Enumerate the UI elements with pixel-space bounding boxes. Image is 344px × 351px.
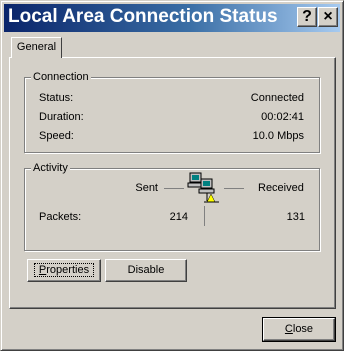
title-bar[interactable]: Local Area Connection Status ? × <box>4 4 340 32</box>
network-computers-icon <box>187 172 219 203</box>
duration-value: 00:02:41 <box>261 111 304 123</box>
close-mnemonic: C <box>284 323 293 335</box>
connection-legend: Connection <box>31 71 91 83</box>
received-label: Received <box>258 182 304 194</box>
packets-divider <box>204 206 205 226</box>
packets-sent-value: 214 <box>169 211 188 223</box>
packets-received-value: 131 <box>286 211 305 223</box>
general-panel: Connection Status: Connected Duration: 0… <box>9 57 336 309</box>
activity-legend: Activity <box>31 162 70 174</box>
received-divider <box>224 188 244 189</box>
status-value: Connected <box>250 92 304 104</box>
status-label: Status: <box>39 92 74 104</box>
speed-value: 10.0 Mbps <box>252 130 304 142</box>
properties-focus: Properties <box>33 263 95 277</box>
properties-label: roperties <box>46 264 90 276</box>
help-button[interactable]: ? <box>297 7 317 27</box>
close-window-button[interactable]: × <box>318 7 338 27</box>
speed-label: Speed: <box>39 130 74 142</box>
tab-general[interactable]: General <box>11 37 62 58</box>
sent-divider <box>164 188 184 189</box>
disable-button[interactable]: Disable <box>105 259 187 282</box>
close-label: lose <box>292 323 314 335</box>
properties-button[interactable]: Properties <box>27 259 101 282</box>
duration-label: Duration: <box>39 111 84 123</box>
packets-label: Packets: <box>39 211 82 223</box>
window-title: Local Area Connection Status <box>8 6 278 27</box>
close-button[interactable]: Close <box>262 317 336 342</box>
activity-group <box>24 168 320 251</box>
sent-label: Sent <box>135 182 158 194</box>
status-dialog: Local Area Connection Status ? × General… <box>0 0 344 351</box>
tab-general-label: General <box>16 41 57 53</box>
